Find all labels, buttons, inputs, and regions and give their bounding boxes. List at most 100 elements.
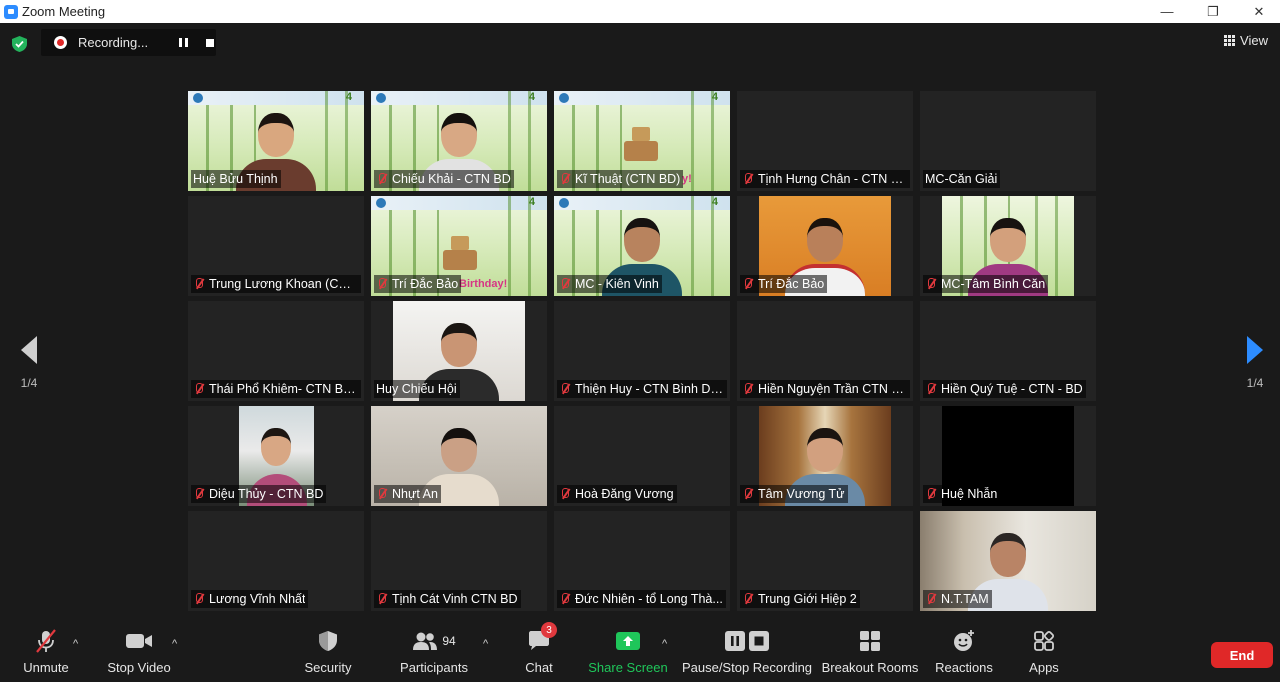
participant-tile[interactable]: Tịnh Hưng Chân - CTN Bì... (737, 91, 913, 191)
participant-tile[interactable]: Lương Vĩnh Nhất (188, 511, 364, 611)
participant-name-tag: Kĩ Thuật (CTN BD) (557, 170, 684, 188)
participant-tile[interactable]: Đức Nhiên - tổ Long Thà... (554, 511, 730, 611)
security-button[interactable]: Security (300, 626, 356, 682)
participant-tile[interactable]: 4 y! Kĩ Thuật (CTN BD) (554, 91, 730, 191)
muted-mic-icon (376, 172, 388, 186)
chat-button[interactable]: 3 Chat (515, 622, 563, 682)
participants-icon (413, 632, 438, 650)
participant-tile[interactable]: Diệu Thủy - CTN BD (188, 406, 364, 506)
participant-tile[interactable]: Huệ Nhẫn (920, 406, 1096, 506)
apps-button[interactable]: Apps (1022, 626, 1066, 682)
participant-name-tag: Chiếu Khải - CTN BD (374, 170, 514, 188)
muted-mic-icon (925, 382, 937, 396)
birthday-overlay-text: y! (682, 173, 692, 185)
share-screen-icon (616, 632, 640, 650)
muted-mic-icon (376, 592, 388, 606)
participant-name-tag: Thái Phổ Khiêm- CTN Bìn... (191, 380, 361, 398)
muted-mic-icon (559, 172, 571, 186)
participant-name-tag: Hiền Quý Tuệ - CTN - BD (923, 380, 1086, 398)
zoom-app-icon (4, 4, 18, 19)
participant-name-tag: Trí Đắc Bảo (374, 275, 462, 293)
breakout-rooms-button[interactable]: Breakout Rooms (822, 626, 918, 682)
view-button[interactable]: View (1224, 33, 1268, 48)
participant-tile[interactable]: 4 Chiếu Khải - CTN BD (371, 91, 547, 191)
arrow-left-icon (21, 336, 37, 364)
participant-tile[interactable]: Nhựt An (371, 406, 547, 506)
chat-unread-badge: 3 (541, 622, 557, 638)
participant-tile[interactable]: N.T.TAM (920, 511, 1096, 611)
minimize-button[interactable]: — (1144, 0, 1190, 23)
participant-name-tag: Đức Nhiên - tổ Long Thà... (557, 590, 726, 608)
end-meeting-button[interactable]: End (1211, 642, 1273, 668)
participant-tile[interactable]: Trung Lương Khoan (CTN... (188, 196, 364, 296)
muted-mic-icon (925, 487, 937, 501)
participant-tile[interactable]: 4 Huệ Bửu Thịnh (188, 91, 364, 191)
participant-tile[interactable]: Trí Đắc Bảo (737, 196, 913, 296)
pause-stop-recording-button[interactable]: Pause/Stop Recording (681, 626, 813, 682)
muted-mic-icon (742, 382, 754, 396)
close-button[interactable]: ✕ (1236, 0, 1280, 23)
apps-label: Apps (1029, 660, 1059, 675)
participant-tile[interactable]: Trung Giới Hiệp 2 (737, 511, 913, 611)
participant-name-tag: Hoà Đăng Vương (557, 485, 677, 503)
video-options-chevron-icon[interactable]: ^ (172, 638, 177, 650)
participant-name-tag: Thiện Huy - CTN Bình Dư... (557, 380, 727, 398)
chat-label: Chat (525, 660, 553, 675)
page-indicator-left: 1/4 (20, 376, 38, 390)
muted-mic-icon (742, 277, 754, 291)
page-indicator-right: 1/4 (1246, 376, 1264, 390)
muted-mic-icon (742, 172, 754, 186)
share-options-chevron-icon[interactable]: ^ (662, 638, 667, 650)
participant-name-tag: Trung Giới Hiệp 2 (740, 590, 860, 608)
participant-tile[interactable]: Hiền Quý Tuệ - CTN - BD (920, 301, 1096, 401)
muted-mic-icon (193, 277, 205, 291)
recording-indicator: Recording... (41, 29, 216, 56)
muted-mic-icon (193, 592, 205, 606)
participant-tile[interactable]: Tịnh Cát Vinh CTN BD (371, 511, 547, 611)
breakout-rooms-label: Breakout Rooms (821, 660, 919, 675)
meeting-topbar: Recording... View (0, 23, 1280, 63)
view-label: View (1240, 33, 1268, 48)
participant-name-tag: Nhựt An (374, 485, 441, 503)
restore-button[interactable]: ❐ (1190, 0, 1236, 23)
next-page-button[interactable]: 1/4 (1240, 336, 1270, 396)
share-screen-button[interactable]: Share Screen (588, 626, 668, 682)
muted-mic-icon (193, 487, 205, 501)
reactions-button[interactable]: Reactions (934, 626, 994, 682)
participant-tile[interactable]: Hoà Đăng Vương (554, 406, 730, 506)
participants-options-chevron-icon[interactable]: ^ (483, 638, 488, 650)
unmute-button[interactable]: Unmute (18, 626, 74, 682)
muted-mic-icon (193, 382, 205, 396)
prev-page-button[interactable]: 1/4 (14, 336, 44, 396)
muted-mic-icon (925, 277, 937, 291)
stop-recording-icon[interactable] (206, 38, 214, 47)
participant-tile[interactable]: Thiện Huy - CTN Bình Dư... (554, 301, 730, 401)
audio-options-chevron-icon[interactable]: ^ (73, 638, 78, 650)
participant-tile[interactable]: MC-Tâm Bình Căn (920, 196, 1096, 296)
pause-stop-recording-label: Pause/Stop Recording (681, 660, 813, 675)
encryption-shield-icon[interactable] (12, 36, 27, 52)
participants-button[interactable]: 94 Participants (396, 626, 472, 682)
participant-name-tag: Trí Đắc Bảo (740, 275, 828, 293)
window-titlebar: Zoom Meeting — ❐ ✕ (0, 0, 1280, 23)
participant-tile[interactable]: Tâm Vương Tử (737, 406, 913, 506)
share-screen-label: Share Screen (588, 660, 668, 675)
participant-tile[interactable]: 4 Birthday! Trí Đắc Bảo (371, 196, 547, 296)
participant-name-tag: MC-Căn Giải (923, 170, 1001, 188)
participant-tile[interactable]: Hiền Nguyện Trần CTN BD (737, 301, 913, 401)
meeting-toolbar: Unmute ^ Stop Video ^ Security 94 Partic… (0, 622, 1280, 682)
muted-mic-icon (742, 487, 754, 501)
window-title: Zoom Meeting (22, 4, 106, 19)
participant-tile[interactable]: Huy Chiếu Hội (371, 301, 547, 401)
participant-name-tag: MC - Kiên Vinh (557, 275, 662, 293)
stop-video-button[interactable]: Stop Video (104, 626, 174, 682)
arrow-right-icon (1247, 336, 1263, 364)
video-camera-icon (126, 634, 152, 648)
participant-name-tag: Lương Vĩnh Nhất (191, 590, 309, 608)
participant-tile[interactable]: 4 MC - Kiên Vinh (554, 196, 730, 296)
participant-tile[interactable]: MC-Căn Giải (920, 91, 1096, 191)
participant-name-tag: N.T.TAM (923, 590, 992, 608)
participant-tile[interactable]: Thái Phổ Khiêm- CTN Bìn... (188, 301, 364, 401)
pause-recording-icon[interactable] (176, 36, 190, 50)
muted-microphone-icon (36, 629, 56, 653)
